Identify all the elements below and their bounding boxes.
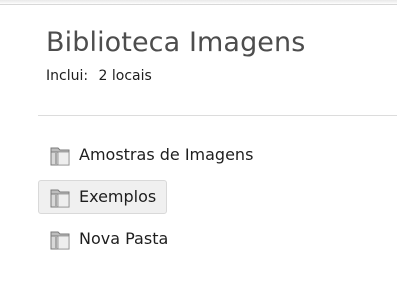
folder-item-nova-pasta[interactable]: Nova Pasta — [38, 222, 179, 256]
includes-locations-link[interactable]: 2 locais — [99, 68, 152, 84]
folder-item-label: Exemplos — [79, 187, 157, 206]
library-title: Biblioteca Imagens — [46, 27, 306, 58]
folder-item-amostras-de-imagens[interactable]: Amostras de Imagens — [38, 138, 264, 172]
library-header: Biblioteca Imagens Inclui: 2 locais — [46, 26, 386, 85]
folder-list: Amostras de Imagens Exemplos Nova Pasta — [38, 138, 358, 264]
folder-icon — [47, 142, 73, 168]
folder-item-label: Amostras de Imagens — [79, 145, 254, 164]
includes-label: Inclui: — [46, 68, 89, 84]
window-top-edge — [0, 0, 397, 5]
library-locations-summary[interactable]: Inclui: 2 locais — [46, 67, 386, 85]
folder-item-label: Nova Pasta — [79, 229, 169, 248]
folder-icon — [47, 226, 73, 252]
header-divider — [38, 115, 397, 116]
folder-item-exemplos[interactable]: Exemplos — [38, 180, 168, 214]
folder-icon — [47, 184, 73, 210]
